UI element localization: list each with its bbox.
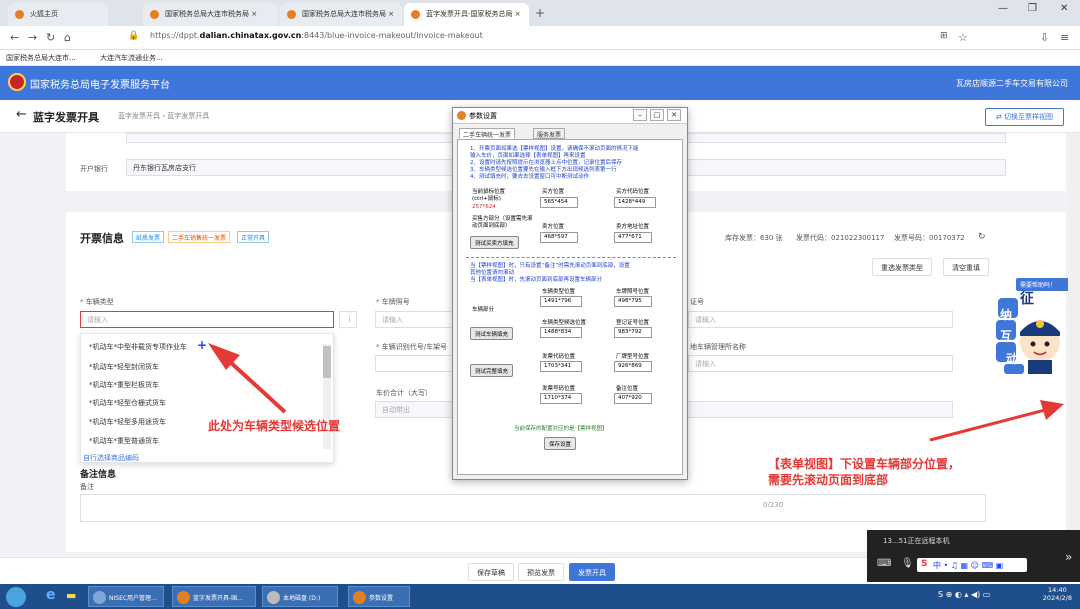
tab-service-invoice[interactable]: 服务发票 xyxy=(533,128,566,139)
tax-mascot[interactable]: 征 纳 互 动 xyxy=(996,291,1060,374)
remark-pos-label: 备注位置 xyxy=(616,386,639,392)
ie-icon[interactable]: e xyxy=(46,587,56,603)
issue-invoice-button[interactable]: 发票开具 xyxy=(569,563,615,581)
reg-pos-label: 登记证号位置 xyxy=(616,320,650,326)
plate-pos-label: 车牌照号位置 xyxy=(616,289,650,295)
instruction-line: 4、测试填充时，要去去设置窗口可中断测试动作 xyxy=(470,174,590,180)
folder-icon[interactable]: ▬ xyxy=(66,589,76,602)
dialog-maximize-icon[interactable]: □ xyxy=(650,109,664,121)
remote-session-popup: 13...51正在远程本机 ⌨ 🎙 S 中 • ♫ ▦ ☺ ⌨ ▣ » xyxy=(867,530,1080,582)
annotation-right-line1: 【表单视图】下设置车辆部分位置， xyxy=(768,457,961,471)
dialog-titlebar: 参数设置 – □ ✕ xyxy=(453,108,687,124)
inv-code-pos-field[interactable]: 1703*341 xyxy=(540,361,582,372)
keyboard-icon[interactable]: ⌨ xyxy=(877,558,891,569)
current-pos-hint: (ctrl+鼠标) xyxy=(472,196,501,202)
clock-date: 2024/2/8 xyxy=(1042,594,1072,602)
taskbar-nisec[interactable]: NISEC用户管理... xyxy=(88,586,164,607)
factory-pos-label: 厂牌型号位置 xyxy=(616,354,650,360)
sogou-ime-icon: S xyxy=(921,559,928,569)
save-settings-button[interactable]: 保存设置 xyxy=(544,437,577,450)
inv-no-pos-label: 发票号码位置 xyxy=(542,386,576,392)
app-icon xyxy=(457,111,466,120)
taskbar-disk[interactable]: 本地磁盘 (D:) xyxy=(262,586,338,607)
seller-hint: 买售方部分（设置需先滚动页面到底部） xyxy=(472,216,533,229)
mascot-char-dong: 动 xyxy=(1006,352,1019,366)
vtype-label: 车辆类型位置 xyxy=(542,289,576,295)
page-scrollbar[interactable] xyxy=(1068,133,1080,557)
inv-no-pos-field[interactable]: 1710*374 xyxy=(540,393,582,404)
test-vehicle-button[interactable]: 测试车辆填充 xyxy=(470,327,514,340)
test-full-button[interactable]: 测试完整填充 xyxy=(470,364,514,377)
right-arrow-head xyxy=(1040,400,1064,420)
firefox-icon xyxy=(177,591,190,604)
start-button-icon[interactable] xyxy=(6,587,26,607)
dialog-title: 参数设置 xyxy=(469,112,497,120)
dialog-minimize-icon[interactable]: – xyxy=(633,109,647,121)
tab-used-car-invoice[interactable]: 二手车辆统一发票 xyxy=(459,128,516,139)
system-clock[interactable]: 14:40 2024/2/8 xyxy=(1043,586,1072,602)
taskbar-browser[interactable]: 蓝字发票开具-国... xyxy=(172,586,256,607)
factory-pos-field[interactable]: 926*869 xyxy=(614,361,652,372)
seller-pos-field[interactable]: 468*597 xyxy=(540,232,578,243)
current-pos-value: 257*624 xyxy=(472,204,496,210)
dialog-body: 1、开票页面如果选【票样视图】设置，请确保不滚动页面的情况下能 输入车价，页面如… xyxy=(457,139,683,475)
windows-taskbar: e ▬ NISEC用户管理... 蓝字发票开具-国... 本地磁盘 (D:) 参… xyxy=(0,584,1080,609)
annotation-left: 此处为车辆类型候选位置 xyxy=(208,419,341,433)
annotation-right-line2: 需要先滚动页面到底部 xyxy=(768,473,889,487)
disk-icon xyxy=(267,591,280,604)
right-arrow-line xyxy=(929,408,1046,442)
test-buyer-seller-button[interactable]: 测试买卖方填充 xyxy=(470,236,519,249)
remark-pos-field[interactable]: 407*920 xyxy=(614,393,652,404)
vtype-cand-field[interactable]: 1488*834 xyxy=(540,327,582,338)
buyer-pos-field[interactable]: 565*454 xyxy=(540,197,578,208)
tray-icons[interactable]: S ⊕ ◐ ▴ ◀) ▭ xyxy=(938,590,990,599)
mascot-char-na: 纳 xyxy=(1000,308,1013,322)
mic-icon[interactable]: 🎙 xyxy=(901,558,914,569)
dialog-close-icon[interactable]: ✕ xyxy=(667,109,681,121)
seller-addr-label: 卖方地址位置 xyxy=(616,224,650,230)
vtype-cand-label: 车辆类型候选位置 xyxy=(542,320,587,326)
vehicle-section-label: 车辆部分 xyxy=(472,307,495,313)
divider xyxy=(466,257,676,258)
settings-dialog: 参数设置 – □ ✕ 二手车辆统一发票 服务发票 1、开票页面如果选【票样视图】… xyxy=(452,107,688,480)
mascot-char-zheng: 征 xyxy=(1020,291,1034,307)
clock-time: 14:40 xyxy=(1048,586,1067,594)
nisec-icon xyxy=(93,591,106,604)
taskbar-settings[interactable]: 参数设置 xyxy=(348,586,410,607)
reg-pos-field[interactable]: 983*792 xyxy=(614,327,652,338)
settings-app-icon xyxy=(353,591,366,604)
ime-toolbar[interactable]: S 中 • ♫ ▦ ☺ ⌨ ▣ xyxy=(917,558,1027,572)
remote-status-text: 13...51正在远程本机 xyxy=(883,537,950,545)
saved-config-note: 当前保存的配置对应的是【票样视图】 xyxy=(514,426,608,432)
mascot-char-hu: 互 xyxy=(1000,329,1013,343)
left-arrow-line xyxy=(226,358,287,414)
preview-button[interactable]: 预览发票 xyxy=(518,563,564,581)
buyer-code-label: 买方代码位置 xyxy=(616,189,650,195)
buyer-code-field[interactable]: 1428*449 xyxy=(614,197,656,208)
buyer-pos-label: 买方位置 xyxy=(542,189,565,195)
ime-mode-icon: 中 • ♫ ▦ ☺ ⌨ ▣ xyxy=(933,561,1004,570)
seller-pos-label: 卖方位置 xyxy=(542,224,565,230)
plate-pos-field[interactable]: 498*795 xyxy=(614,296,652,307)
vtype-field[interactable]: 1491*796 xyxy=(540,296,582,307)
seller-addr-field[interactable]: 477*671 xyxy=(614,232,652,243)
expand-icon[interactable]: » xyxy=(1065,550,1072,564)
save-draft-button[interactable]: 保存草稿 xyxy=(468,563,514,581)
note-line: 当【表单视图】时，先滚动页面到底部再设置车辆部分 xyxy=(470,277,603,283)
inv-code-pos-label: 发票代码位置 xyxy=(542,354,576,360)
